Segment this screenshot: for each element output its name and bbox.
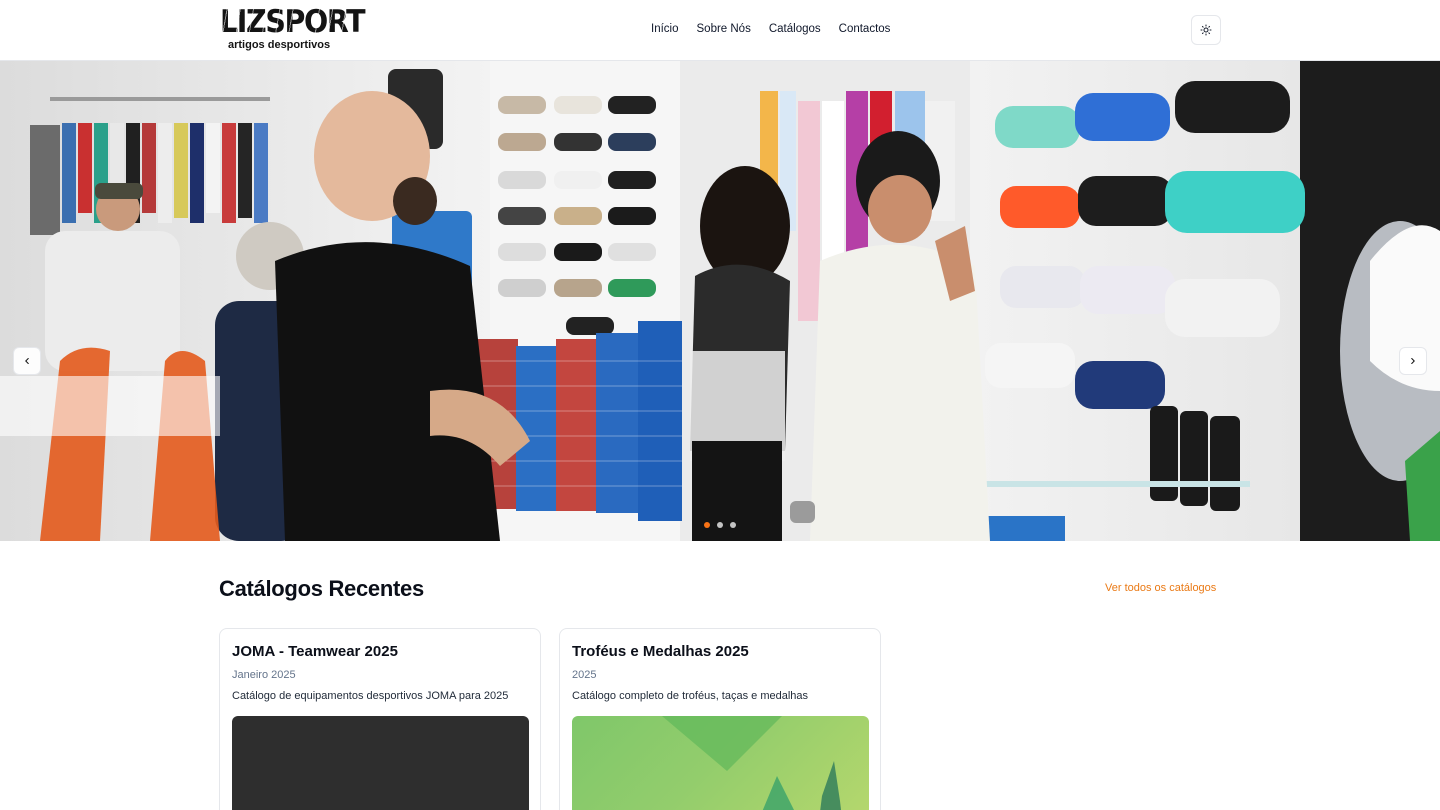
- section-title: Catálogos Recentes: [219, 576, 424, 601]
- carousel-next-button[interactable]: [1399, 347, 1427, 375]
- nav-item-catalogos[interactable]: Catálogos: [769, 22, 821, 36]
- catalog-cover-image: [232, 716, 529, 810]
- catalog-card[interactable]: Troféus e Medalhas 2025 2025 Catálogo co…: [559, 628, 881, 810]
- hero-slide-image: [0, 61, 1440, 541]
- see-all-catalogs-link[interactable]: Ver todos os catálogos: [1105, 582, 1216, 594]
- trophy-cover-art: [662, 716, 842, 810]
- catalog-card[interactable]: JOMA - Teamwear 2025 Janeiro 2025 Catálo…: [219, 628, 541, 810]
- carousel-dot-1[interactable]: [704, 522, 710, 528]
- catalog-date: Janeiro 2025: [232, 669, 296, 681]
- catalog-title: JOMA - Teamwear 2025: [232, 643, 398, 660]
- catalog-description: Catálogo de equipamentos desportivos JOM…: [232, 690, 509, 702]
- carousel-dot-3[interactable]: [730, 522, 736, 528]
- main-nav: Início Sobre Nós Catálogos Contactos: [651, 22, 890, 36]
- catalog-title: Troféus e Medalhas 2025: [572, 643, 749, 660]
- nav-item-sobre-nos[interactable]: Sobre Nós: [697, 22, 751, 36]
- carousel-dot-2[interactable]: [717, 522, 723, 528]
- carousel-prev-button[interactable]: [13, 347, 41, 375]
- brand-tagline: artigos desportivos: [228, 39, 331, 51]
- site-header: LIZSPORT artigos desportivos Início Sobr…: [0, 0, 1440, 61]
- chevron-left-icon: [25, 357, 29, 365]
- hero-carousel: [0, 61, 1440, 541]
- sun-icon: [1200, 24, 1212, 36]
- theme-toggle-button[interactable]: [1191, 15, 1221, 45]
- chevron-right-icon: [1411, 357, 1415, 365]
- catalog-description: Catálogo completo de troféus, taças e me…: [572, 690, 809, 702]
- catalog-cover-image: [572, 716, 869, 810]
- brand-name: LIZSPORT: [220, 4, 366, 40]
- nav-item-contactos[interactable]: Contactos: [839, 22, 891, 36]
- nav-item-inicio[interactable]: Início: [651, 22, 679, 36]
- brand-logo[interactable]: LIZSPORT artigos desportivos: [220, 6, 366, 54]
- catalog-date: 2025: [572, 669, 597, 681]
- carousel-indicators: [704, 522, 736, 528]
